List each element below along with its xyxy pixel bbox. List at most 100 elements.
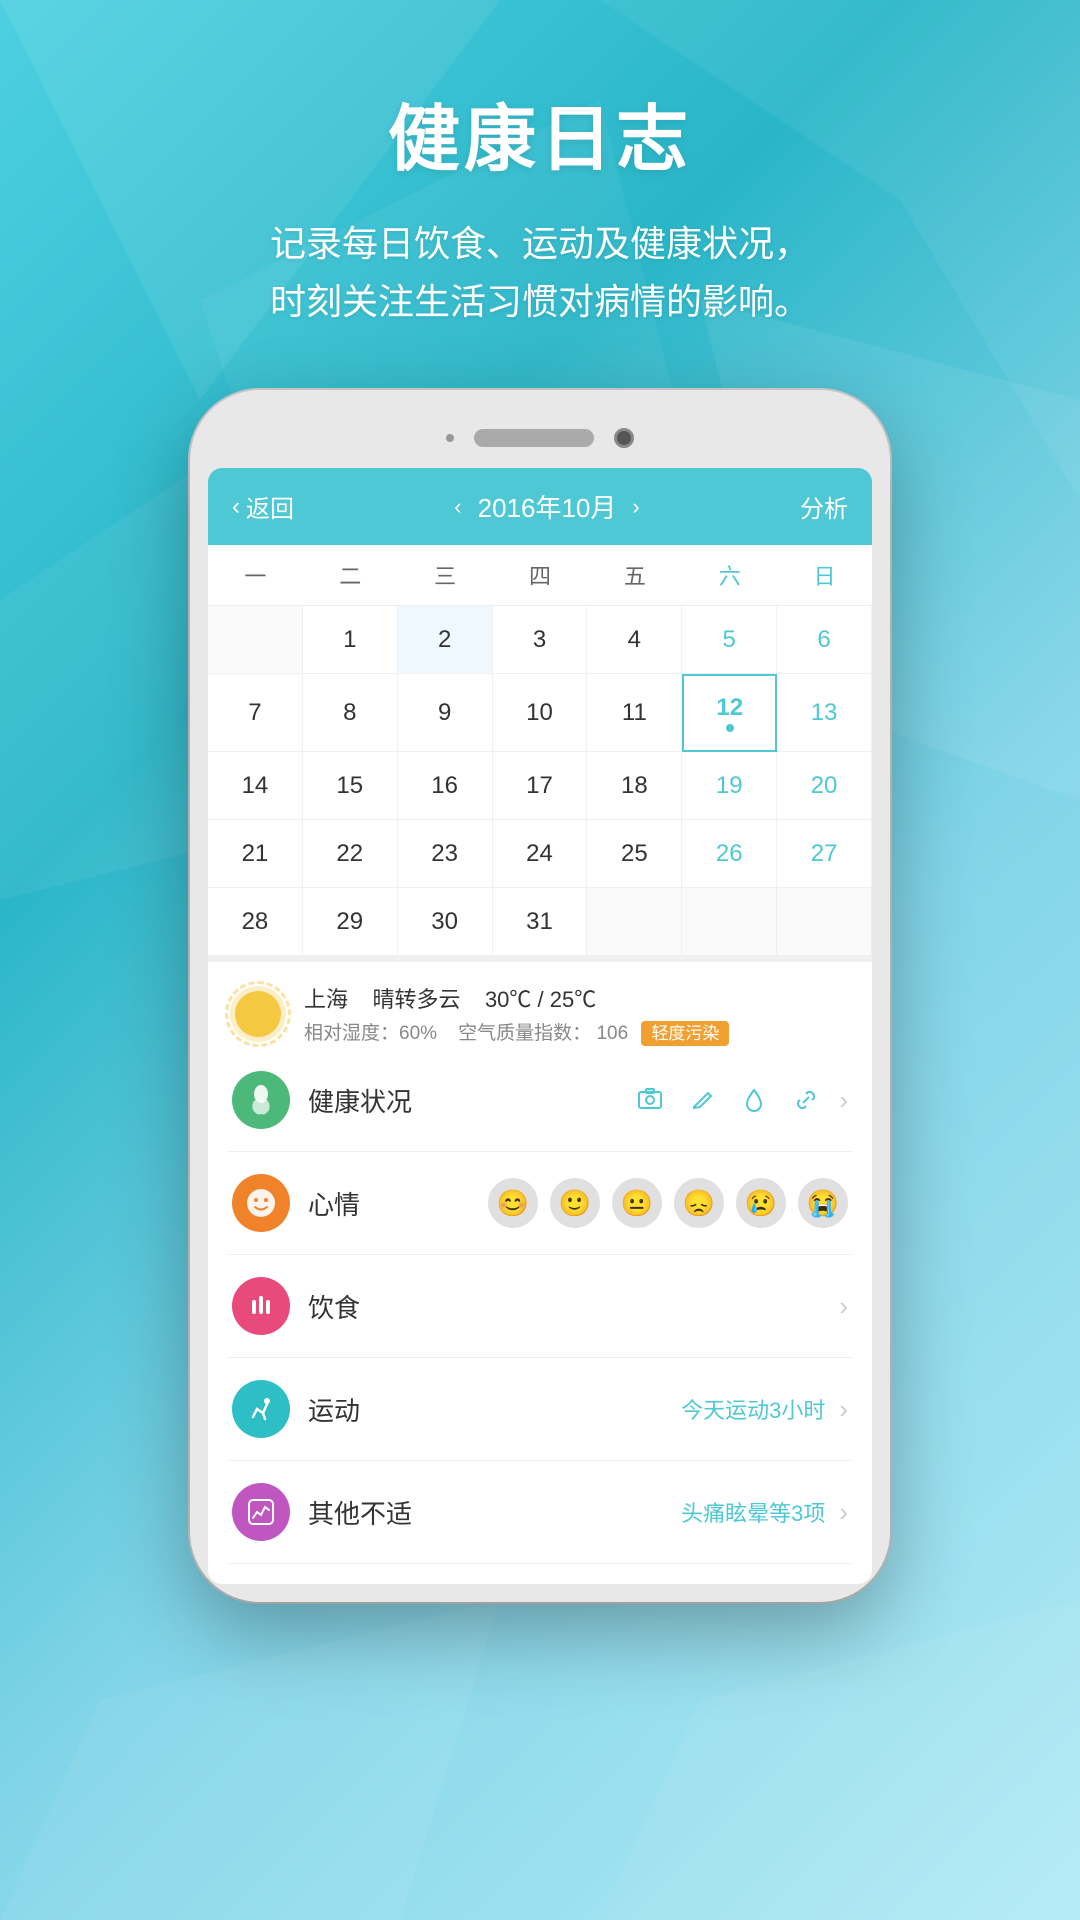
photo-action-icon[interactable] — [631, 1081, 669, 1119]
pollution-badge: 轻度污染 — [641, 1021, 729, 1046]
symptoms-right: 头痛眩晕等3项 › — [681, 1496, 848, 1528]
back-button[interactable]: ‹ 返回 — [232, 489, 294, 524]
weather-temp: 30℃ / 25℃ — [485, 987, 596, 1012]
cal-cell-5[interactable]: 5 — [682, 606, 777, 674]
cal-cell-17[interactable]: 17 — [493, 752, 588, 820]
phone-screen: ‹ 返回 ‹ 2016年10月 › 分析 一 二 三 四 五 六 — [208, 468, 872, 1584]
weekday-sat: 六 — [682, 545, 777, 605]
cal-cell-empty-5a — [587, 888, 682, 956]
mood-face-4[interactable]: 😞 — [674, 1178, 724, 1228]
cal-cell-19[interactable]: 19 — [682, 752, 777, 820]
calendar-grid: 1 2 3 4 5 6 7 8 9 10 11 12 13 — [208, 606, 872, 956]
info-section: 上海 晴转多云 30℃ / 25℃ 相对湿度：60% 空气质量指数： 106 — [208, 956, 872, 1584]
header-area: 健康日志 记录每日饮食、运动及健康状况， 时刻关注生活习惯对病情的影响。 — [0, 0, 1080, 370]
phone-notch — [208, 408, 872, 468]
cal-cell-empty-5c — [777, 888, 872, 956]
edit-action-icon[interactable] — [683, 1081, 721, 1119]
cal-cell-1[interactable]: 1 — [303, 606, 398, 674]
weather-info: 上海 晴转多云 30℃ / 25℃ 相对湿度：60% 空气质量指数： 106 — [304, 982, 852, 1045]
humidity-label: 相对湿度：60% — [304, 1023, 437, 1044]
weather-detail-text: 相对湿度：60% 空气质量指数： 106 轻度污染 — [304, 1018, 852, 1045]
weather-row: 上海 晴转多云 30℃ / 25℃ 相对湿度：60% 空气质量指数： 106 — [228, 982, 852, 1045]
cal-cell-11[interactable]: 11 — [587, 674, 682, 752]
cal-cell-empty-1 — [208, 606, 303, 674]
weather-icon-wrap — [228, 984, 288, 1044]
exercise-hint: 今天运动3小时 — [681, 1393, 825, 1425]
camera-icon — [614, 428, 634, 448]
mood-face-2[interactable]: 🙂 — [550, 1178, 600, 1228]
cal-cell-4[interactable]: 4 — [587, 606, 682, 674]
cal-cell-2[interactable]: 2 — [398, 606, 493, 674]
cal-cell-15[interactable]: 15 — [303, 752, 398, 820]
analyze-button[interactable]: 分析 — [800, 489, 848, 524]
cal-cell-28[interactable]: 28 — [208, 888, 303, 956]
weekday-thu: 四 — [493, 545, 588, 605]
cal-cell-18[interactable]: 18 — [587, 752, 682, 820]
symptoms-hint: 头痛眩晕等3项 — [681, 1496, 825, 1528]
list-item-symptoms[interactable]: 其他不适 头痛眩晕等3项 › — [228, 1461, 852, 1564]
health-label: 健康状况 — [308, 1082, 613, 1119]
cal-cell-20[interactable]: 20 — [777, 752, 872, 820]
list-item-health[interactable]: 健康状况 — [228, 1049, 852, 1152]
cal-cell-6[interactable]: 6 — [777, 606, 872, 674]
cal-cell-25[interactable]: 25 — [587, 820, 682, 888]
cal-cell-3[interactable]: 3 — [493, 606, 588, 674]
cal-cell-16[interactable]: 16 — [398, 752, 493, 820]
exercise-right: 今天运动3小时 › — [681, 1393, 848, 1425]
cal-cell-23[interactable]: 23 — [398, 820, 493, 888]
city-label: 上海 — [304, 987, 348, 1012]
phone-outer: ‹ 返回 ‹ 2016年10月 › 分析 一 二 三 四 五 六 — [190, 390, 890, 1602]
drop-action-icon[interactable] — [735, 1081, 773, 1119]
weekday-sun: 日 — [777, 545, 872, 605]
cal-cell-14[interactable]: 14 — [208, 752, 303, 820]
calendar: 一 二 三 四 五 六 日 1 2 3 4 5 6 — [208, 545, 872, 956]
aqi-label: 空气质量指数： — [458, 1023, 591, 1044]
cal-cell-22[interactable]: 22 — [303, 820, 398, 888]
mood-face-3[interactable]: 😐 — [612, 1178, 662, 1228]
cal-cell-26[interactable]: 26 — [682, 820, 777, 888]
list-item-exercise[interactable]: 运动 今天运动3小时 › — [228, 1358, 852, 1461]
diet-icon — [232, 1277, 290, 1335]
weekday-fri: 五 — [587, 545, 682, 605]
cal-cell-24[interactable]: 24 — [493, 820, 588, 888]
speaker-icon — [446, 434, 454, 442]
cal-cell-31[interactable]: 31 — [493, 888, 588, 956]
earpiece — [474, 429, 594, 447]
weekday-headers: 一 二 三 四 五 六 日 — [208, 545, 872, 606]
cal-cell-29[interactable]: 29 — [303, 888, 398, 956]
cal-cell-7[interactable]: 7 — [208, 674, 303, 752]
cal-cell-9[interactable]: 9 — [398, 674, 493, 752]
mood-face-1[interactable]: 😊 — [488, 1178, 538, 1228]
list-item-diet[interactable]: 饮食 › — [228, 1255, 852, 1358]
month-navigation: ‹ 2016年10月 › — [454, 488, 639, 525]
cal-cell-8[interactable]: 8 — [303, 674, 398, 752]
health-actions: › — [631, 1081, 848, 1119]
next-month-button[interactable]: › — [632, 494, 639, 520]
health-icon — [232, 1071, 290, 1129]
symptoms-chevron-icon: › — [839, 1497, 848, 1528]
link-action-icon[interactable] — [787, 1081, 825, 1119]
back-chevron-icon: ‹ — [232, 493, 240, 521]
subtitle-line2: 时刻关注生活习惯对病情的影响。 — [270, 281, 810, 322]
list-item-mood[interactable]: 心情 😊 🙂 😐 😞 😢 😭 — [228, 1152, 852, 1255]
mood-face-5[interactable]: 😢 — [736, 1178, 786, 1228]
cal-cell-empty-5b — [682, 888, 777, 956]
exercise-label: 运动 — [308, 1391, 663, 1428]
prev-month-button[interactable]: ‹ — [454, 494, 461, 520]
today-dot — [726, 724, 734, 732]
mood-face-6[interactable]: 😭 — [798, 1178, 848, 1228]
cal-cell-10[interactable]: 10 — [493, 674, 588, 752]
sun-icon — [235, 991, 281, 1037]
cal-cell-21[interactable]: 21 — [208, 820, 303, 888]
cal-cell-27[interactable]: 27 — [777, 820, 872, 888]
cal-cell-30[interactable]: 30 — [398, 888, 493, 956]
weekday-wed: 三 — [398, 545, 493, 605]
mood-icon — [232, 1174, 290, 1232]
cal-cell-13[interactable]: 13 — [777, 674, 872, 752]
header-subtitle: 记录每日饮食、运动及健康状况， 时刻关注生活习惯对病情的影响。 — [0, 215, 1080, 330]
mood-label: 心情 — [308, 1185, 470, 1222]
phone-mockup: ‹ 返回 ‹ 2016年10月 › 分析 一 二 三 四 五 六 — [0, 390, 1080, 1602]
cal-cell-12-today[interactable]: 12 — [682, 674, 777, 752]
symptoms-icon — [232, 1483, 290, 1541]
back-label[interactable]: 返回 — [246, 489, 294, 524]
